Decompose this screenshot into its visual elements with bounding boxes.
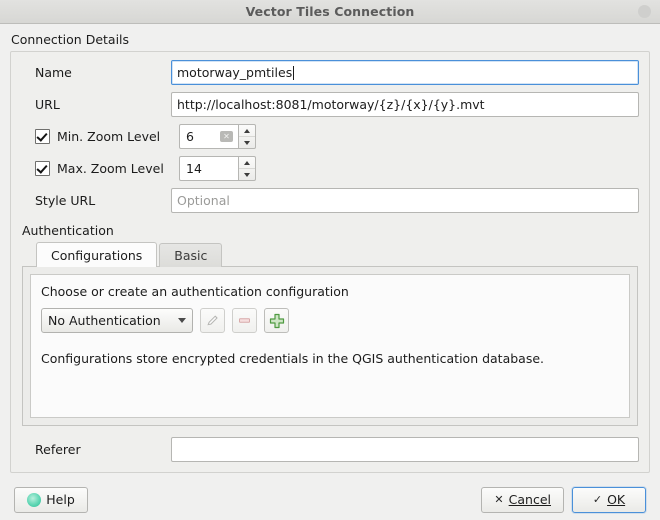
max-zoom-label: Max. Zoom Level (57, 161, 164, 176)
tab-configurations[interactable]: Configurations (36, 242, 158, 267)
name-input[interactable]: motorway_pmtiles (171, 60, 639, 85)
connection-details-group: Name motorway_pmtiles URL http://localho… (10, 51, 650, 473)
ok-button-label: OK (607, 492, 626, 507)
help-button-label: Help (46, 492, 75, 507)
min-zoom-label: Min. Zoom Level (57, 129, 161, 144)
remove-minus-icon (239, 318, 250, 323)
authentication-tabwidget: Configurations Basic Choose or create an… (22, 242, 638, 427)
name-row: Name motorway_pmtiles (21, 60, 639, 85)
style-url-placeholder: Optional (177, 193, 230, 208)
text-caret (293, 65, 295, 80)
max-zoom-checkbox[interactable] (35, 161, 50, 176)
name-label: Name (35, 65, 72, 80)
max-zoom-row: Max. Zoom Level 14 (21, 156, 639, 181)
authentication-label: Authentication (22, 223, 114, 238)
triangle-up-icon (244, 128, 250, 133)
tab-panel-content: Choose or create an authentication confi… (30, 274, 630, 418)
tab-bar: Configurations Basic (22, 242, 638, 267)
min-zoom-step-up[interactable] (239, 125, 255, 137)
title-bar: Vector Tiles Connection (0, 0, 660, 24)
url-row: URL http://localhost:8081/motorway/{z}/{… (21, 92, 639, 117)
tab-basic[interactable]: Basic (159, 243, 223, 267)
min-zoom-stepper[interactable] (239, 124, 256, 149)
name-input-value: motorway_pmtiles (177, 65, 293, 80)
min-zoom-checkbox[interactable] (35, 129, 50, 144)
cancel-button[interactable]: ✕ Cancel (481, 486, 564, 513)
ok-button[interactable]: ✓ OK (572, 486, 646, 513)
min-zoom-value: 6 (186, 129, 194, 144)
help-button[interactable]: Help (14, 486, 88, 513)
auth-add-button[interactable] (264, 308, 289, 333)
auth-edit-button[interactable] (200, 308, 225, 333)
auth-config-value: No Authentication (48, 313, 161, 328)
min-zoom-step-down[interactable] (239, 137, 255, 148)
auth-help-text: Choose or create an authentication confi… (41, 284, 349, 299)
add-plus-icon (269, 313, 284, 328)
auth-controls: No Authentication (41, 308, 619, 333)
window-close-circle-icon[interactable] (638, 5, 651, 18)
min-zoom-row: Min. Zoom Level 6 ✕ (21, 124, 639, 149)
help-icon (27, 492, 42, 507)
referer-input[interactable] (171, 437, 639, 462)
style-url-label: Style URL (35, 193, 96, 208)
close-x-icon: ✕ (494, 493, 504, 506)
edit-pencil-icon (207, 315, 218, 326)
window-title: Vector Tiles Connection (245, 4, 415, 19)
chevron-down-icon (178, 318, 186, 323)
style-url-row: Style URL Optional (21, 188, 639, 213)
max-zoom-input[interactable]: 14 (179, 156, 239, 181)
style-url-input[interactable]: Optional (171, 188, 639, 213)
referer-row: Referer (21, 437, 639, 462)
min-zoom-input[interactable]: 6 ✕ (179, 124, 239, 149)
connection-details-label: Connection Details (11, 32, 130, 47)
auth-config-select[interactable]: No Authentication (41, 308, 193, 333)
url-input-value: http://localhost:8081/motorway/{z}/{x}/{… (177, 97, 485, 112)
referer-label: Referer (35, 442, 81, 457)
max-zoom-step-down[interactable] (239, 169, 255, 180)
triangle-down-icon (244, 140, 250, 145)
auth-note-text: Configurations store encrypted credentia… (41, 351, 545, 366)
url-input[interactable]: http://localhost:8081/motorway/{z}/{x}/{… (171, 92, 639, 117)
triangle-down-icon (244, 172, 250, 177)
clear-text-icon[interactable]: ✕ (220, 131, 233, 142)
max-zoom-step-up[interactable] (239, 157, 255, 169)
auth-remove-button[interactable] (232, 308, 257, 333)
cancel-button-label: Cancel (508, 492, 551, 507)
url-label: URL (35, 97, 60, 112)
max-zoom-stepper[interactable] (239, 156, 256, 181)
check-icon: ✓ (592, 493, 603, 506)
dialog-body: Connection Details Name motorway_pmtiles… (0, 24, 660, 520)
triangle-up-icon (244, 160, 250, 165)
dialog-button-box: Help ✕ Cancel ✓ OK (0, 479, 660, 520)
max-zoom-value: 14 (186, 161, 202, 176)
tab-panel: Choose or create an authentication confi… (22, 266, 638, 426)
